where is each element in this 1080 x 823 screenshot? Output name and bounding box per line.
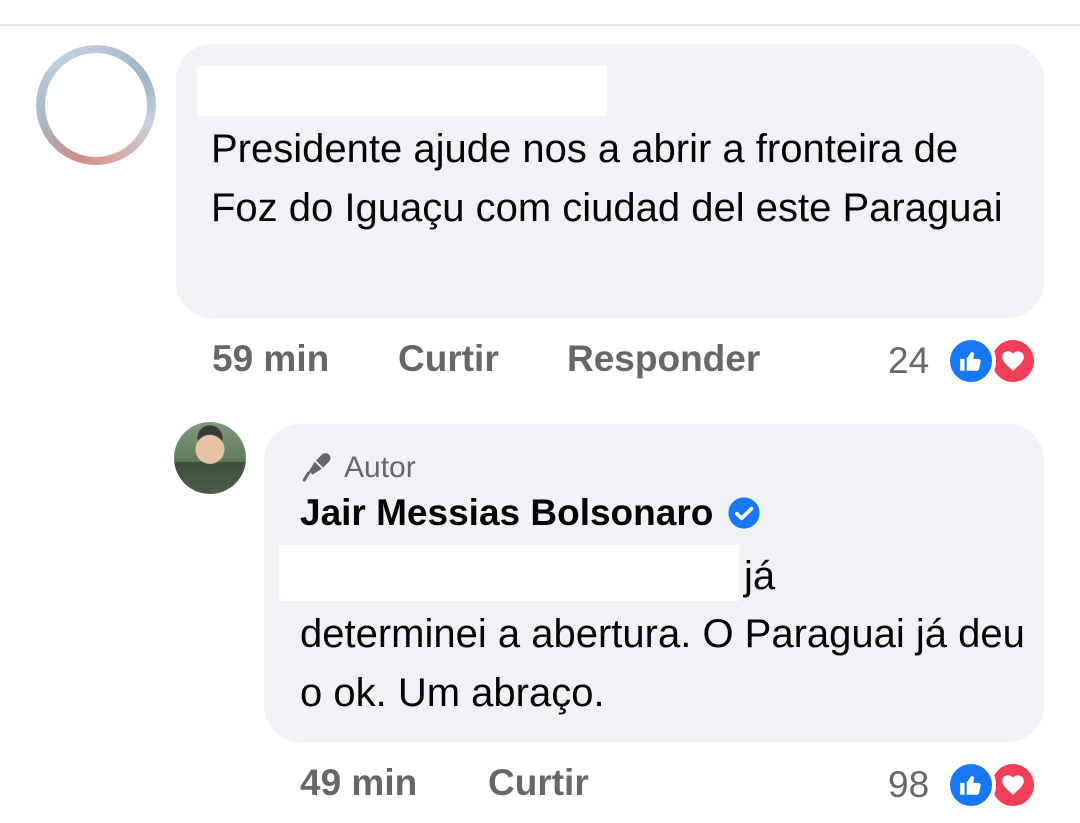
reply-text: determinei a abertura. O Paraguai já deu… [300,612,1025,715]
verified-badge-icon [728,497,760,529]
redacted-commenter-name [197,66,607,116]
comment-reply-button[interactable]: Responder [567,338,760,380]
reply-text-first: já [744,554,776,598]
reply-reactions[interactable] [946,760,1038,810]
reply-timestamp[interactable]: 49 min [300,762,417,804]
commenter-avatar[interactable] [36,45,156,165]
redacted-mention [279,545,739,601]
comment-timestamp[interactable]: 59 min [212,338,329,380]
comment-text: Presidente ajude nos a abrir a fronteira… [211,127,1003,230]
comment-reactions[interactable] [946,336,1038,386]
author-badge-label: Autor [344,451,416,484]
reply-reaction-count[interactable]: 98 [888,764,929,806]
comment-like-button[interactable]: Curtir [398,338,499,380]
author-badge: Autor [300,451,416,485]
author-name-row: Jair Messias Bolsonaro [300,492,761,534]
top-divider [0,24,1080,26]
like-icon [946,336,996,386]
author-name[interactable]: Jair Messias Bolsonaro [300,492,713,534]
comment-reaction-count[interactable]: 24 [888,340,929,382]
author-avatar[interactable] [174,422,246,494]
like-icon [946,760,996,810]
microphone-icon [302,453,331,482]
reply-like-button[interactable]: Curtir [488,762,589,804]
